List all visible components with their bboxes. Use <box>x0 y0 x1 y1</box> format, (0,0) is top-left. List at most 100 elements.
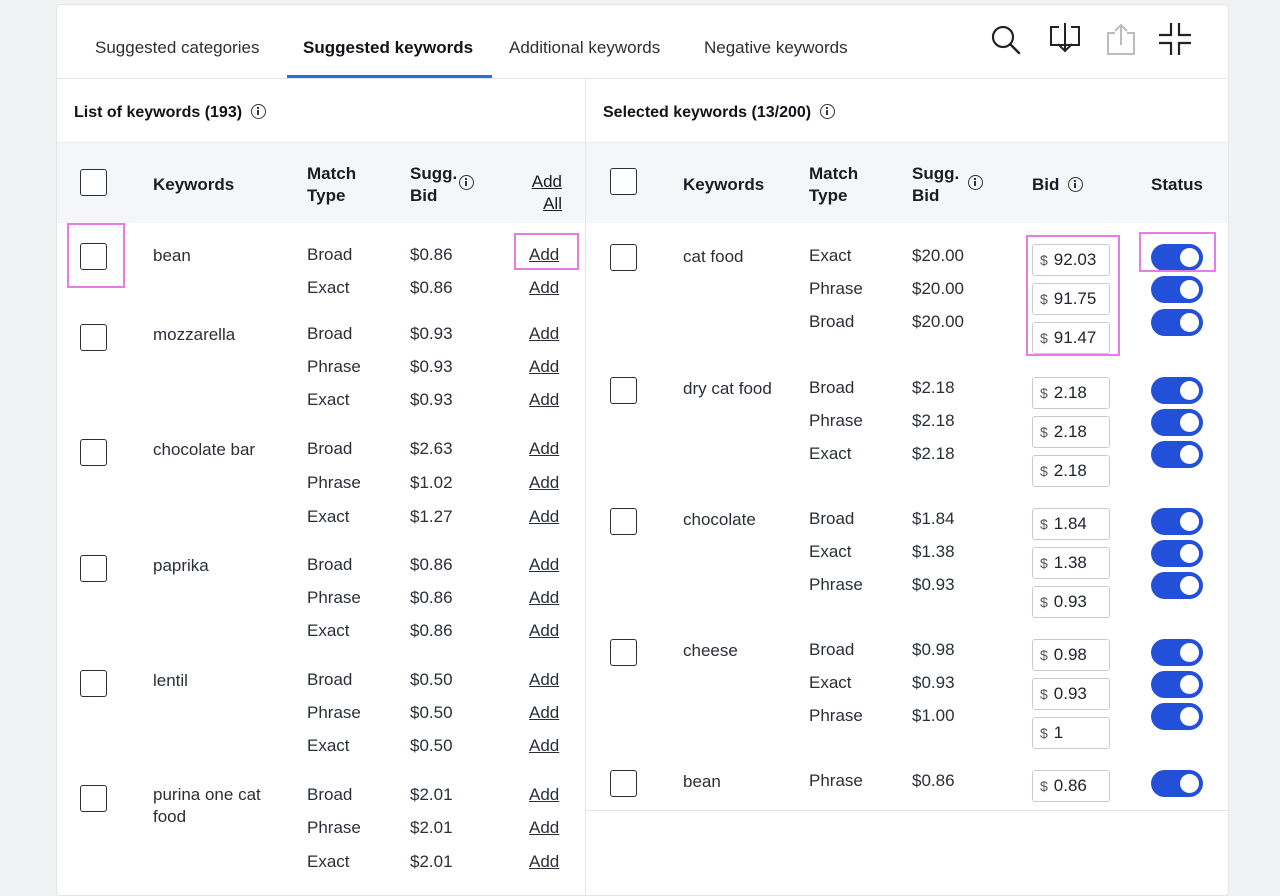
bid-input[interactable]: $2.18 <box>1032 416 1110 448</box>
bid-input[interactable]: $0.98 <box>1032 639 1110 671</box>
add-link[interactable]: Add <box>529 473 559 493</box>
row-checkbox[interactable] <box>610 244 637 271</box>
col-match-type: Match Type <box>307 163 356 207</box>
sugg-bid: $2.18 <box>912 411 955 430</box>
row-checkbox[interactable] <box>80 324 107 351</box>
share-icon[interactable] <box>1103 21 1139 57</box>
status-toggle[interactable] <box>1151 671 1203 698</box>
info-icon[interactable] <box>459 175 474 190</box>
bid-value: 2.18 <box>1053 383 1087 402</box>
status-toggle[interactable] <box>1151 309 1203 336</box>
tab-negative-keywords[interactable]: Negative keywords <box>704 38 848 58</box>
col-status: Status <box>1151 175 1203 194</box>
status-toggle[interactable] <box>1151 244 1203 271</box>
currency-symbol: $ <box>1040 778 1048 794</box>
add-link[interactable]: Add <box>529 670 559 690</box>
table-row: paprika Broad $0.86 Add Phrase $0.86 Add… <box>57 545 585 661</box>
currency-symbol: $ <box>1040 385 1048 401</box>
bid-input[interactable]: $1.38 <box>1032 547 1110 579</box>
match-type: Phrase <box>307 357 361 376</box>
add-link[interactable]: Add <box>529 818 559 838</box>
bid-input[interactable]: $92.03 <box>1032 244 1110 276</box>
add-link[interactable]: Add <box>529 785 559 805</box>
sugg-bid: $0.93 <box>410 357 453 376</box>
add-link[interactable]: Add <box>529 357 559 377</box>
bid-input[interactable]: $1.84 <box>1032 508 1110 540</box>
bid-input[interactable]: $91.75 <box>1032 283 1110 315</box>
add-link[interactable]: Add <box>529 555 559 575</box>
add-all-link[interactable]: Add All <box>529 171 562 215</box>
status-toggle[interactable] <box>1151 540 1203 567</box>
add-link[interactable]: Add <box>529 245 559 265</box>
table-row: mozzarella Broad $0.93 Add Phrase $0.93 … <box>57 315 585 431</box>
status-toggle[interactable] <box>1151 508 1203 535</box>
info-icon[interactable] <box>968 175 983 190</box>
match-type: Phrase <box>307 588 361 607</box>
bid-input[interactable]: $0.93 <box>1032 586 1110 618</box>
add-link[interactable]: Add <box>529 278 559 298</box>
keyword-text: bean <box>683 772 721 791</box>
row-checkbox[interactable] <box>80 555 107 582</box>
select-all-checkbox[interactable] <box>80 169 107 196</box>
row-checkbox[interactable] <box>610 639 637 666</box>
add-link[interactable]: Add <box>529 736 559 756</box>
status-toggle[interactable] <box>1151 770 1203 797</box>
status-toggle[interactable] <box>1151 703 1203 730</box>
status-toggle[interactable] <box>1151 639 1203 666</box>
add-link[interactable]: Add <box>529 507 559 527</box>
col-sugg-bid-line1: Sugg. <box>410 164 458 183</box>
sugg-bid: $0.86 <box>410 621 453 640</box>
keyword-text: purina one cat food <box>153 785 261 826</box>
add-link[interactable]: Add <box>529 852 559 872</box>
status-toggle[interactable] <box>1151 276 1203 303</box>
download-icon[interactable] <box>1047 21 1083 57</box>
bid-input[interactable]: $2.18 <box>1032 377 1110 409</box>
info-icon[interactable] <box>1068 177 1084 192</box>
add-link[interactable]: Add <box>529 621 559 641</box>
bid-value: 91.75 <box>1053 289 1097 308</box>
row-checkbox[interactable] <box>610 377 637 404</box>
match-type: Phrase <box>809 771 863 790</box>
status-toggle[interactable] <box>1151 441 1203 468</box>
col-bid-label: Bid <box>1032 175 1060 194</box>
row-checkbox[interactable] <box>80 785 107 812</box>
info-icon[interactable] <box>820 104 836 119</box>
tab-suggested-categories[interactable]: Suggested categories <box>95 38 259 58</box>
add-link[interactable]: Add <box>529 390 559 410</box>
tab-suggested-keywords[interactable]: Suggested keywords <box>303 38 473 58</box>
bid-input[interactable]: $91.47 <box>1032 322 1110 354</box>
sugg-bid: $2.01 <box>410 818 453 837</box>
add-link[interactable]: Add <box>529 439 559 459</box>
search-icon[interactable] <box>987 21 1023 57</box>
info-icon[interactable] <box>251 104 267 119</box>
right-column-header: Keywords Match Type Sugg. Bid Bid Status <box>586 143 1228 224</box>
table-row: lentil Broad $0.50 Add Phrase $0.50 Add … <box>57 660 585 776</box>
sugg-bid: $2.18 <box>912 444 955 463</box>
bid-input[interactable]: $1 <box>1032 717 1110 749</box>
match-type: Phrase <box>809 411 863 430</box>
row-checkbox[interactable] <box>80 439 107 466</box>
bid-value: 91.47 <box>1053 328 1097 347</box>
row-checkbox[interactable] <box>610 770 637 797</box>
bid-input[interactable]: $2.18 <box>1032 455 1110 487</box>
add-link[interactable]: Add <box>529 588 559 608</box>
match-type: Broad <box>809 378 855 397</box>
select-all-selected-checkbox[interactable] <box>610 168 637 195</box>
bid-input[interactable]: $0.86 <box>1032 770 1110 802</box>
status-toggle[interactable] <box>1151 409 1203 436</box>
row-checkbox[interactable] <box>610 508 637 535</box>
tab-additional-keywords[interactable]: Additional keywords <box>509 38 660 58</box>
sugg-bid: $20.00 <box>912 312 964 331</box>
add-link[interactable]: Add <box>529 703 559 723</box>
col-sugg-bid: Sugg. Bid <box>912 163 959 207</box>
row-checkbox[interactable] <box>80 243 107 270</box>
status-toggle[interactable] <box>1151 377 1203 404</box>
row-checkbox[interactable] <box>80 670 107 697</box>
bid-input[interactable]: $0.93 <box>1032 678 1110 710</box>
collapse-icon[interactable] <box>1157 21 1193 57</box>
status-toggle[interactable] <box>1151 572 1203 599</box>
match-type: Broad <box>307 245 353 264</box>
add-link[interactable]: Add <box>529 324 559 344</box>
keyword-text: paprika <box>153 556 209 575</box>
col-bid: Bid <box>1032 174 1084 196</box>
